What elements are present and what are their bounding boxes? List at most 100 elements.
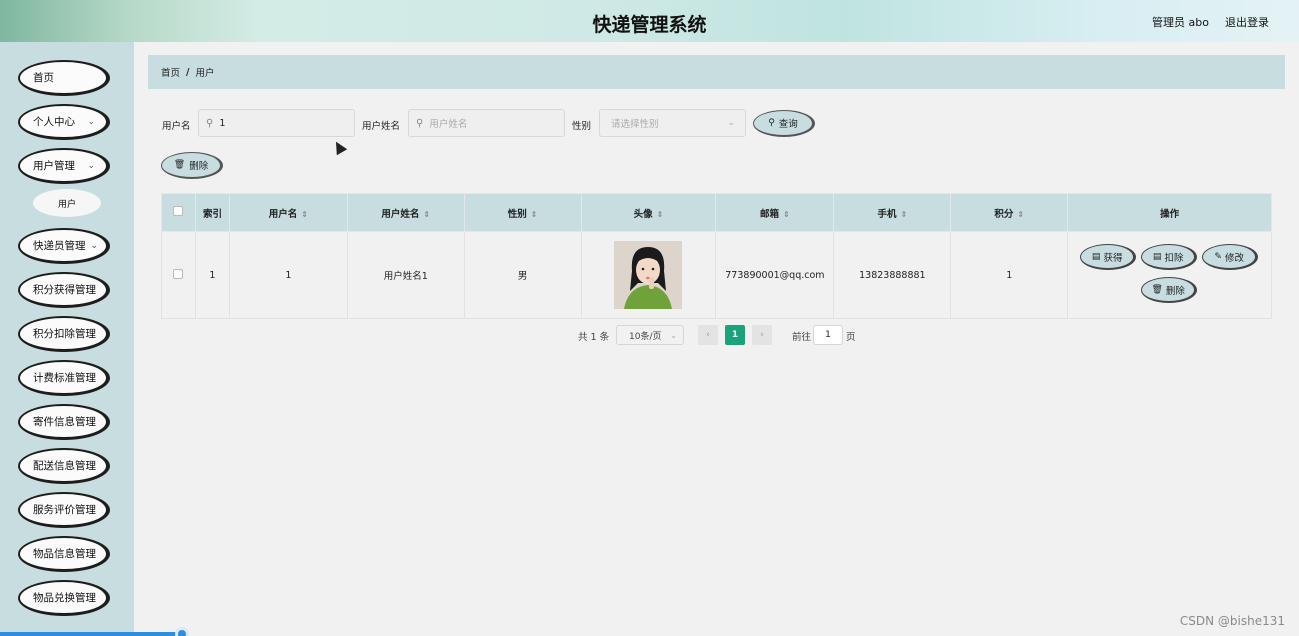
sidebar-item-label: 计费标准管理 <box>33 372 96 384</box>
breadcrumb-home[interactable]: 首页 <box>161 65 180 79</box>
gain-points-button[interactable]: ▤ 获得 <box>1080 244 1137 270</box>
select-all-header <box>161 193 196 232</box>
column-header-points[interactable]: 积分 ⇕ <box>950 193 1069 232</box>
breadcrumb: 首页 / 用户 <box>148 55 1285 89</box>
gender-select[interactable]: 请选择性别 ⌄ <box>599 109 746 137</box>
username-label: 用户名 <box>162 121 191 132</box>
sidebar-item-label: 积分获得管理 <box>33 284 96 296</box>
sidebar-item-goods-info[interactable]: 物品信息管理 <box>18 536 110 572</box>
scroll-progress-bar <box>0 632 180 636</box>
sidebar-subitem-user[interactable]: 用户 <box>33 189 101 217</box>
realname-placeholder: 用户姓名 <box>429 119 468 130</box>
sort-icon[interactable]: ⇕ <box>783 210 790 219</box>
gender-placeholder: 请选择性别 <box>611 119 659 130</box>
scroll-handle[interactable] <box>175 627 189 636</box>
sidebar-item-personal-center[interactable]: 个人中心 ⌄ <box>18 104 110 140</box>
column-header-avatar[interactable]: 头像 ⇕ <box>580 193 717 232</box>
chevron-down-icon: ⌄ <box>90 241 98 251</box>
query-button-label: 查询 <box>778 119 798 130</box>
table-header-row: 索引 用户名 ⇕ 用户姓名 ⇕ 性别 ⇕ 头像 ⇕ 邮箱 ⇕ 手机 ⇕ 积分 ⇕ 操作 <box>161 193 1272 232</box>
row-checkbox[interactable] <box>173 268 184 279</box>
page-suffix: 页 <box>846 332 856 343</box>
username-input[interactable]: ⚲ 1 <box>198 109 355 137</box>
search-icon: ⚲ <box>768 118 775 128</box>
cell-points: 1 <box>950 231 1069 319</box>
gain-label: 获得 <box>1103 252 1123 264</box>
sidebar-item-shipment-info[interactable]: 寄件信息管理 <box>18 404 110 440</box>
query-button[interactable]: ⚲ 查询 <box>753 110 815 137</box>
prev-page-button[interactable]: ‹ <box>698 325 718 345</box>
cell-phone: 13823888881 <box>833 231 952 319</box>
mouse-cursor-icon <box>330 138 348 156</box>
sidebar-item-label: 服务评价管理 <box>33 504 96 516</box>
sidebar-item-service-review[interactable]: 服务评价管理 <box>18 492 110 528</box>
document-icon: ▤ <box>1152 251 1162 262</box>
sort-icon[interactable]: ⇕ <box>301 210 308 219</box>
sidebar-item-courier-management[interactable]: 快递员管理 ⌄ <box>18 228 110 264</box>
sort-icon[interactable]: ⇕ <box>657 210 664 219</box>
username-value: 1 <box>219 117 226 129</box>
realname-input[interactable]: ⚲ 用户姓名 <box>408 109 565 137</box>
breadcrumb-separator: / <box>186 66 190 78</box>
sidebar-item-label: 积分扣除管理 <box>33 328 96 340</box>
delete-row-button[interactable]: 🗑 删除 <box>1141 277 1198 303</box>
edit-label: 修改 <box>1224 252 1244 264</box>
sidebar-item-goods-exchange[interactable]: 物品兑换管理 <box>18 580 110 616</box>
trash-icon: 🗑 <box>1151 284 1163 295</box>
sidebar-item-points-gain[interactable]: 积分获得管理 <box>18 272 110 308</box>
avatar[interactable] <box>614 241 683 309</box>
sort-icon[interactable]: ⇕ <box>423 210 430 219</box>
deduct-points-button[interactable]: ▤ 扣除 <box>1141 244 1198 270</box>
sidebar-item-user-management[interactable]: 用户管理 ⌄ <box>18 148 110 184</box>
chevron-down-icon: ⌄ <box>87 117 95 127</box>
goto-page-input[interactable]: 1 <box>813 325 843 345</box>
edit-icon: ✎ <box>1214 251 1222 262</box>
sidebar-item-label: 个人中心 <box>33 116 75 128</box>
pagination-total: 共 1 条 <box>578 332 610 343</box>
table-row: 1 1 用户姓名1 男 773890001@qq.com 13823888881… <box>161 231 1272 319</box>
cell-email: 773890001@qq.com <box>715 231 835 319</box>
deduct-label: 扣除 <box>1164 252 1184 264</box>
select-all-checkbox[interactable] <box>173 206 184 216</box>
sidebar-item-points-deduct[interactable]: 积分扣除管理 <box>18 316 110 352</box>
cell-gender: 男 <box>463 231 582 319</box>
document-icon: ▤ <box>1091 251 1101 262</box>
sidebar-item-label: 物品信息管理 <box>33 548 96 560</box>
page-size-value: 10条/页 <box>629 331 662 342</box>
edit-button[interactable]: ✎ 修改 <box>1202 244 1259 270</box>
user-table: 索引 用户名 ⇕ 用户姓名 ⇕ 性别 ⇕ 头像 ⇕ 邮箱 ⇕ 手机 ⇕ 积分 ⇕ 操作 1 1… <box>161 193 1272 319</box>
breadcrumb-current: 用户 <box>195 68 215 79</box>
watermark: CSDN @bishe131 <box>1179 614 1285 628</box>
column-header-username[interactable]: 用户名 ⇕ <box>228 193 348 232</box>
realname-label: 用户姓名 <box>362 121 401 132</box>
gender-label: 性别 <box>572 121 592 132</box>
cell-avatar <box>580 231 717 319</box>
column-header-email[interactable]: 邮箱 ⇕ <box>715 193 835 232</box>
logout-link[interactable]: 退出登录 <box>1225 14 1269 30</box>
sort-icon[interactable]: ⇕ <box>901 210 908 219</box>
search-icon: ⚲ <box>206 117 214 129</box>
next-page-button[interactable]: › <box>752 325 772 345</box>
page-number-1[interactable]: 1 <box>725 325 745 345</box>
sidebar-item-label: 快递员管理 <box>33 240 86 252</box>
row-select-cell <box>161 231 196 319</box>
column-header-realname[interactable]: 用户姓名 ⇕ <box>346 193 465 232</box>
sort-icon[interactable]: ⇕ <box>1017 210 1024 219</box>
cell-realname: 用户姓名1 <box>346 231 465 319</box>
page-size-select[interactable]: 10条/页 ⌄ <box>616 325 684 345</box>
app-title: 快递管理系统 <box>592 14 707 36</box>
sidebar-item-billing-standard[interactable]: 计费标准管理 <box>18 360 110 396</box>
column-header-gender[interactable]: 性别 ⇕ <box>463 193 582 232</box>
batch-delete-button[interactable]: 🗑 删除 <box>161 152 223 179</box>
top-header: 快递管理系统 管理员 abo 退出登录 <box>0 0 1299 42</box>
sidebar-item-home[interactable]: 首页 <box>18 60 110 96</box>
cell-actions: ▤ 获得 ▤ 扣除 ✎ 修改 🗑 删除 <box>1067 231 1272 319</box>
sidebar-item-delivery-info[interactable]: 配送信息管理 <box>18 448 110 484</box>
column-header-actions: 操作 <box>1067 193 1272 232</box>
column-header-phone[interactable]: 手机 ⇕ <box>833 193 952 232</box>
sort-icon[interactable]: ⇕ <box>531 210 538 219</box>
sidebar-item-label: 配送信息管理 <box>33 460 96 472</box>
admin-user: 管理员 abo <box>1152 16 1209 29</box>
sidebar-item-label: 寄件信息管理 <box>33 416 96 428</box>
cell-index: 1 <box>194 231 230 319</box>
